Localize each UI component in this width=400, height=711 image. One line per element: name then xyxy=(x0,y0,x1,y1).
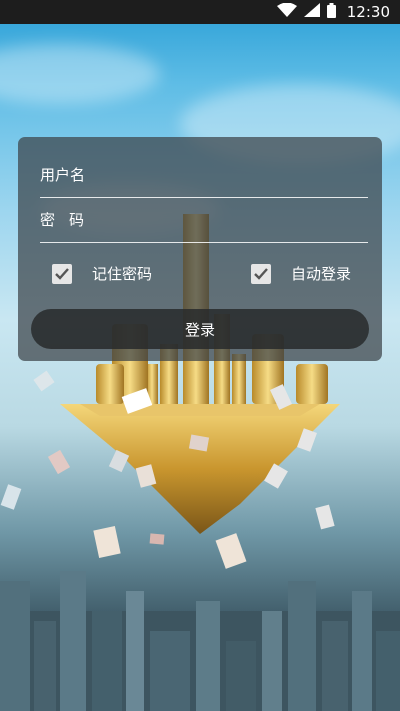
password-field-container xyxy=(40,198,368,243)
city-skyline xyxy=(0,571,400,711)
remember-password-label: 记住密码 xyxy=(92,265,153,283)
auto-login-check-icon[interactable] xyxy=(251,263,271,284)
status-bar: 12:30 xyxy=(0,0,400,24)
wifi-icon xyxy=(276,2,297,21)
username-input[interactable] xyxy=(40,166,368,184)
battery-icon xyxy=(326,2,336,22)
password-input[interactable] xyxy=(40,211,368,229)
remember-password-check-icon[interactable] xyxy=(52,263,72,284)
app-screen: 12:30 用户名 记住密码 自动登录 登录 xyxy=(0,0,400,711)
login-button-label: 登录 xyxy=(184,320,215,339)
login-button[interactable]: 登录 xyxy=(31,309,369,349)
auto-login-checkbox[interactable]: 自动登录 xyxy=(251,263,351,284)
cloud xyxy=(0,44,160,104)
login-panel: 记住密码 自动登录 登录 xyxy=(18,137,382,361)
auto-login-label: 自动登录 xyxy=(291,265,352,283)
status-time: 12:30 xyxy=(346,3,390,21)
username-field-container xyxy=(40,153,368,198)
background-artwork xyxy=(0,24,400,711)
remember-password-checkbox[interactable]: 记住密码 xyxy=(52,263,152,284)
cellular-signal-icon xyxy=(303,3,320,21)
